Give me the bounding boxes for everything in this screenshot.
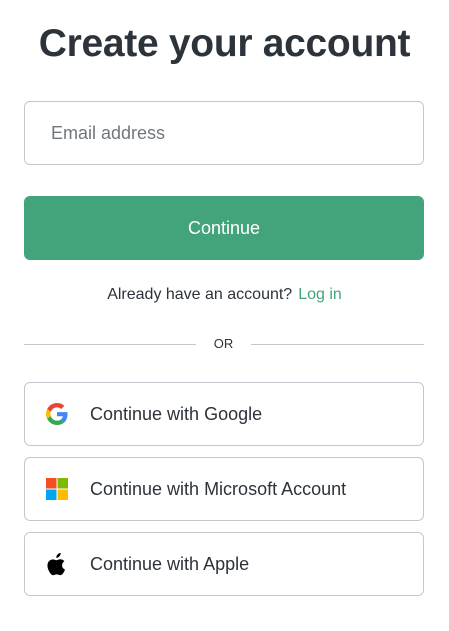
page-title: Create your account: [38, 22, 411, 65]
login-prompt-text: Already have an account?: [107, 286, 293, 303]
google-icon: [45, 402, 69, 426]
continue-with-apple-label: Continue with Apple: [90, 553, 250, 574]
apple-icon: [45, 552, 69, 576]
continue-with-google-label: Continue with Google: [90, 403, 263, 424]
continue-with-apple-button[interactable]: Continue with Apple: [24, 532, 424, 596]
divider-label: OR: [213, 336, 234, 351]
continue-with-microsoft-label: Continue with Microsoft Account: [90, 478, 347, 499]
divider-line-right: [251, 344, 424, 345]
login-prompt: Already have an account? Log in: [0, 284, 449, 306]
microsoft-icon: [45, 477, 69, 501]
continue-button[interactable]: Continue: [24, 196, 424, 260]
divider-line-left: [24, 344, 196, 345]
signup-page: Create your account Continue Already hav…: [0, 0, 449, 631]
continue-with-microsoft-button[interactable]: Continue with Microsoft Account: [24, 457, 424, 521]
login-link[interactable]: Log in: [298, 286, 342, 303]
email-field[interactable]: [24, 101, 424, 165]
continue-with-google-button[interactable]: Continue with Google: [24, 382, 424, 446]
